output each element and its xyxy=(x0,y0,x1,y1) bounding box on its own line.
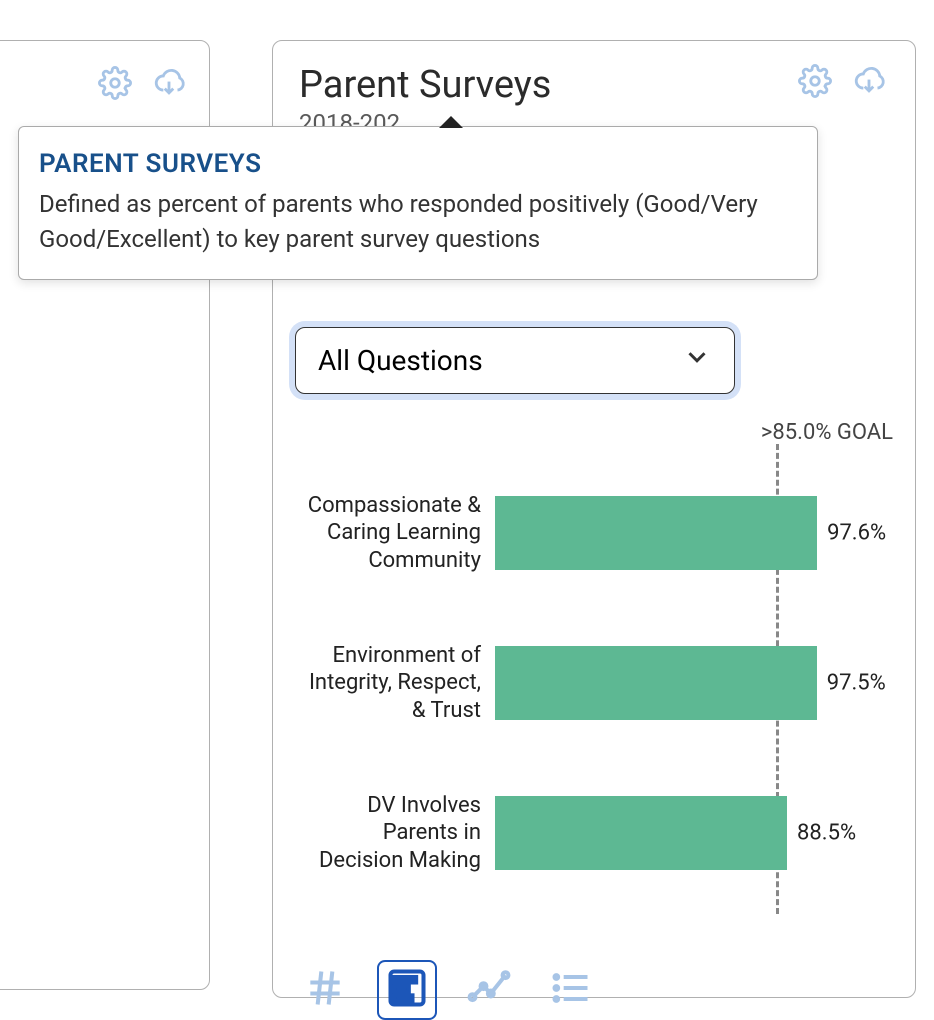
download-cloud-icon xyxy=(852,64,886,102)
bar-row: Environment of Integrity, Respect, & Tru… xyxy=(295,608,893,758)
card-title: Parent Surveys xyxy=(299,63,551,107)
bar[interactable]: 88.5% xyxy=(495,796,787,870)
info-tooltip: PARENT SURVEYS Defined as percent of par… xyxy=(18,126,818,280)
export-button[interactable] xyxy=(849,63,889,103)
view-grid-button[interactable] xyxy=(295,960,355,1020)
dropdown-selected-label: All Questions xyxy=(318,344,483,377)
bar-value-label: 97.5% xyxy=(827,671,886,696)
bar-category-label: Compassionate & Caring Learning Communit… xyxy=(295,492,495,575)
bar-category-label: DV Involves Parents in Decision Making xyxy=(295,792,495,875)
bar-track: 97.5% xyxy=(495,646,893,720)
hash-icon xyxy=(303,966,347,1014)
tooltip-body: Defined as percent of parents who respon… xyxy=(39,187,797,257)
settings-button[interactable] xyxy=(795,63,835,103)
line-chart-icon xyxy=(467,966,511,1014)
bar-row: DV Involves Parents in Decision Making88… xyxy=(295,758,893,908)
bar-value-label: 88.5% xyxy=(797,821,856,846)
chevron-down-icon xyxy=(682,342,712,379)
bar[interactable]: 97.6% xyxy=(495,496,817,570)
bar-chart-icon xyxy=(385,966,429,1014)
chart-area: >85.0% GOAL Compassionate & Caring Learn… xyxy=(295,414,893,914)
view-list-button[interactable] xyxy=(541,960,601,1020)
list-icon xyxy=(549,966,593,1014)
bar-value-label: 97.6% xyxy=(827,521,886,546)
view-line-button[interactable] xyxy=(459,960,519,1020)
gear-icon xyxy=(98,66,132,104)
question-filter-dropdown[interactable]: All Questions xyxy=(295,327,735,394)
tooltip-title: PARENT SURVEYS xyxy=(39,149,797,179)
gear-icon xyxy=(798,64,832,102)
bar-row: Compassionate & Caring Learning Communit… xyxy=(295,458,893,608)
bar[interactable]: 97.5% xyxy=(495,646,817,720)
download-cloud-icon xyxy=(152,66,186,104)
view-mode-switcher xyxy=(295,960,893,1020)
export-button[interactable] xyxy=(149,65,189,105)
bar-category-label: Environment of Integrity, Respect, & Tru… xyxy=(295,642,495,725)
bar-track: 97.6% xyxy=(495,496,893,570)
view-bar-button[interactable] xyxy=(377,960,437,1020)
bar-track: 88.5% xyxy=(495,796,893,870)
settings-button[interactable] xyxy=(95,65,135,105)
goal-label: >85.0% GOAL xyxy=(761,420,893,445)
